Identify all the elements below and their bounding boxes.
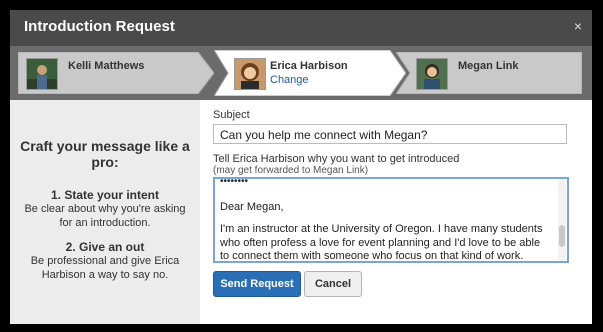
- dialog-title: Introduction Request: [24, 18, 175, 35]
- introduction-request-dialog: Introduction Request × Kelli Matthews Er…: [10, 10, 592, 324]
- tip-title: 1. State your intent: [50, 188, 160, 202]
- avatar: [234, 58, 266, 90]
- tip-body: Be professional and give Erica Harbison …: [30, 255, 180, 281]
- scrollbar-track[interactable]: [558, 180, 566, 260]
- tip-body: Be clear about why you're asking for an …: [24, 203, 186, 229]
- cancel-button[interactable]: Cancel: [304, 271, 362, 297]
- tip-title: 2. Give an out: [65, 240, 145, 254]
- dialog-titlebar: Introduction Request ×: [10, 10, 592, 46]
- step-name: Megan Link: [458, 60, 519, 72]
- avatar: [416, 58, 448, 90]
- subject-input[interactable]: Can you help me connect with Megan?: [213, 124, 567, 144]
- step-name: Kelli Matthews: [68, 60, 145, 72]
- step-megan-link: Megan Link: [396, 52, 582, 94]
- tips-heading: Craft your message like a pro:: [20, 138, 190, 170]
- avatar-photo-icon: [27, 59, 57, 89]
- message-greeting: Dear Megan,: [220, 201, 284, 213]
- subject-label: Subject: [213, 109, 250, 121]
- close-icon[interactable]: ×: [574, 18, 582, 34]
- step-name: Erica Harbison: [270, 60, 348, 72]
- message-label: Tell Erica Harbison why you want to get …: [213, 153, 460, 165]
- avatar: [26, 58, 58, 90]
- step-erica-harbison: Erica Harbison Change: [214, 50, 406, 96]
- message-textarea[interactable]: •••••••• Dear Megan, I'm an instructor a…: [213, 177, 569, 263]
- avatar-photo-icon: [235, 59, 265, 89]
- message-sublabel: (may get forwarded to Megan Link): [213, 165, 369, 176]
- message-body: I'm an instructor at the University of O…: [220, 223, 543, 262]
- send-request-button[interactable]: Send Request: [213, 271, 301, 297]
- change-link[interactable]: Change: [270, 74, 309, 86]
- introduction-path: Kelli Matthews Erica Harbison Change Meg…: [10, 46, 592, 100]
- message-signature: ••••••••: [220, 177, 249, 187]
- avatar-photo-icon: [417, 59, 447, 89]
- tips-panel: Craft your message like a pro: 1. State …: [10, 100, 200, 324]
- scrollbar-thumb[interactable]: [559, 225, 565, 247]
- step-kelli-matthews: Kelli Matthews: [18, 52, 214, 94]
